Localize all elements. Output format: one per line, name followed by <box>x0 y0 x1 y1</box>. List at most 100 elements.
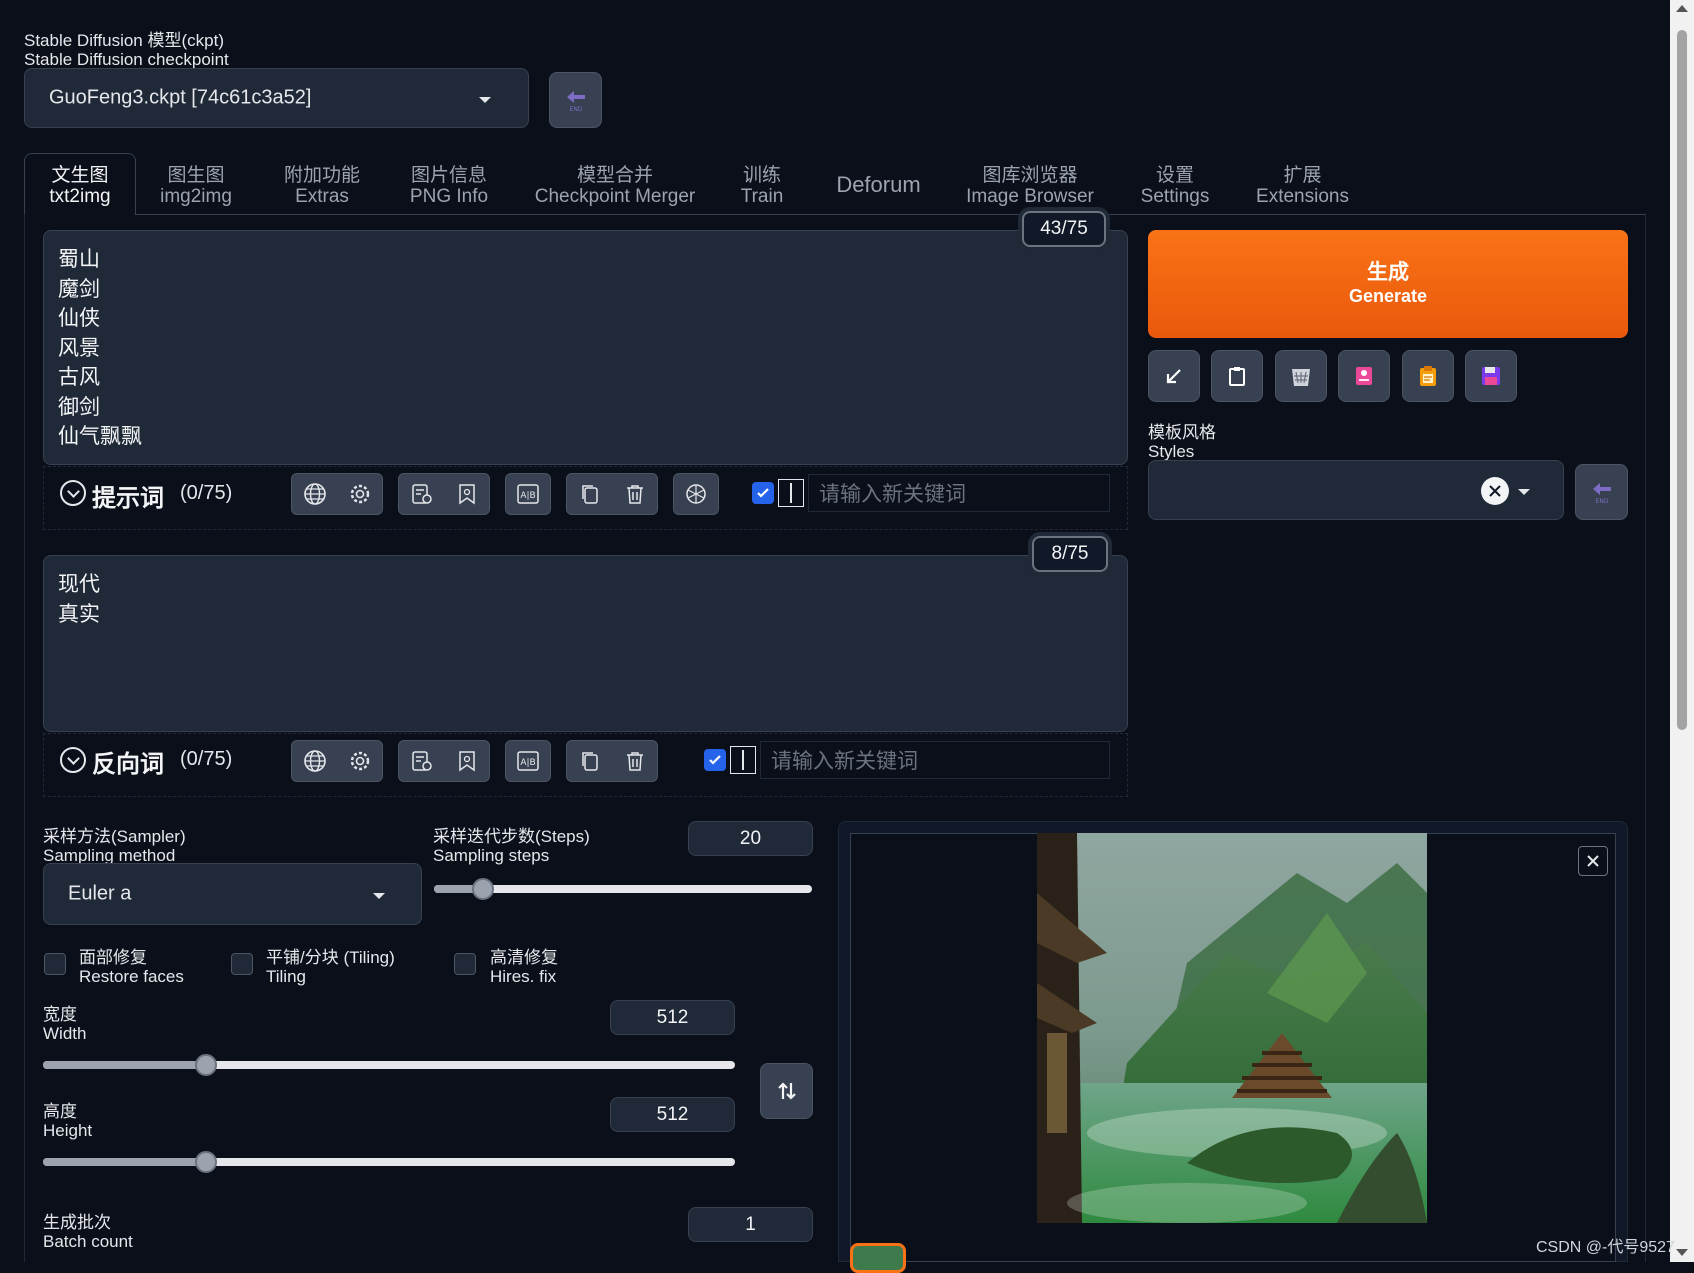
prompt-tool-group-1 <box>291 473 383 515</box>
negative-section-title: 反向词 <box>92 751 164 778</box>
prompt-textarea[interactable]: 蜀山 魔剑 仙侠 风景 古风 御剑 仙气飘飘 <box>43 230 1128 465</box>
scrollbar-thumb[interactable] <box>1677 30 1687 730</box>
batch-count-label-zh: 生成批次 <box>43 1213 111 1232</box>
slider-thumb[interactable] <box>195 1151 217 1173</box>
tab-png-info[interactable]: 图片信息 PNG Info <box>399 165 499 207</box>
hires-fix-label-zh: 高清修复 <box>490 948 558 967</box>
prompt-keyword-input[interactable]: 请输入新关键词 <box>808 474 1110 512</box>
batch-count-label: 生成批次 Batch count <box>43 1213 133 1251</box>
clear-prompt-button[interactable] <box>1275 350 1327 402</box>
clipboard-button[interactable] <box>1211 350 1263 402</box>
steps-slider[interactable] <box>434 878 812 900</box>
bookmark-icon[interactable] <box>455 749 479 773</box>
restore-faces-checkbox[interactable] <box>44 953 66 975</box>
scroll-down-icon[interactable] <box>1676 1249 1688 1256</box>
steps-label-en: Sampling steps <box>433 846 550 865</box>
negative-tool-group-3: A|B <box>505 740 551 782</box>
slider-fill <box>43 1061 206 1069</box>
read-params-button[interactable] <box>1148 350 1200 402</box>
refresh-styles-button[interactable]: END <box>1575 464 1628 520</box>
tab-deforum[interactable]: Deforum <box>826 174 931 196</box>
clear-styles-icon[interactable] <box>1481 477 1509 505</box>
restore-faces-label-zh: 面部修复 <box>79 948 147 967</box>
tab-label-en: Extensions <box>1256 186 1349 207</box>
steps-number-input[interactable]: 20 <box>688 821 813 856</box>
prompt-keyword-checkbox[interactable] <box>752 482 774 504</box>
prompt-tool-group-2 <box>398 473 490 515</box>
negative-keyword-checkbox[interactable] <box>704 749 726 771</box>
check-icon <box>757 488 769 498</box>
panel-border-right <box>1645 214 1646 1262</box>
prompt-line: 仙侠 <box>58 307 100 330</box>
negative-line: 现代 <box>58 573 100 596</box>
negative-keyword-input[interactable]: 请输入新关键词 <box>760 741 1110 779</box>
gear-icon[interactable] <box>348 482 372 506</box>
bookmark-icon[interactable] <box>455 482 479 506</box>
history-list-icon[interactable] <box>410 749 434 773</box>
slider-thumb[interactable] <box>195 1054 217 1076</box>
checkpoint-label-en: Stable Diffusion checkpoint <box>24 50 229 69</box>
globe-icon[interactable] <box>303 482 327 506</box>
scroll-up-icon[interactable] <box>1676 5 1688 12</box>
hires-fix-checkbox[interactable] <box>454 953 476 975</box>
negative-prompt-textarea[interactable]: 现代 真实 <box>43 555 1128 732</box>
tiling-checkbox[interactable] <box>231 953 253 975</box>
steps-label: 采样迭代步数(Steps) Sampling steps <box>433 827 590 865</box>
close-gallery-button[interactable] <box>1578 846 1608 876</box>
styles-dropdown[interactable] <box>1148 460 1564 520</box>
sampler-label: 采样方法(Sampler) Sampling method <box>43 827 186 865</box>
history-list-icon[interactable] <box>410 482 434 506</box>
translate-icon[interactable]: A|B <box>516 482 540 506</box>
copy-icon[interactable] <box>578 482 602 506</box>
tab-settings[interactable]: 设置 Settings <box>1130 165 1220 207</box>
tab-image-browser[interactable]: 图库浏览器 Image Browser <box>965 165 1095 207</box>
tab-txt2img[interactable]: 文生图 txt2img <box>30 165 130 207</box>
batch-count-label-en: Batch count <box>43 1232 133 1251</box>
prompt-token-counter: 43/75 <box>1022 211 1106 247</box>
width-slider[interactable] <box>43 1054 735 1076</box>
negative-keyword-placeholder: 请输入新关键词 <box>771 750 918 773</box>
tab-img2img[interactable]: 图生图 img2img <box>146 165 246 207</box>
checkpoint-dropdown[interactable]: GuoFeng3.ckpt [74c61c3a52] <box>24 68 529 128</box>
width-number-input[interactable]: 512 <box>610 1000 735 1035</box>
height-slider[interactable] <box>43 1151 735 1173</box>
generate-button[interactable]: 生成 Generate <box>1148 230 1628 338</box>
clipboard-paste-icon <box>1420 366 1436 386</box>
trash-icon[interactable] <box>623 749 647 773</box>
refresh-checkpoint-button[interactable]: END <box>549 72 602 128</box>
translate-icon[interactable]: A|B <box>516 749 540 773</box>
trash-icon[interactable] <box>623 482 647 506</box>
prompt-line: 魔剑 <box>58 277 100 301</box>
tab-label-zh: 图库浏览器 <box>982 165 1078 186</box>
width-label-en: Width <box>43 1024 87 1043</box>
tiling-label: 平铺/分块 (Tiling) Tiling <box>266 948 395 986</box>
height-label-en: Height <box>43 1121 93 1140</box>
height-number-input[interactable]: 512 <box>610 1097 735 1132</box>
swap-dimensions-button[interactable] <box>760 1063 813 1119</box>
globe-icon[interactable] <box>303 749 327 773</box>
collapse-icon[interactable] <box>60 480 86 506</box>
prompt-line: 蜀山 <box>58 248 100 271</box>
generate-label-en: Generate <box>1348 286 1428 306</box>
tab-extras[interactable]: 附加功能 Extras <box>270 165 374 207</box>
sampler-dropdown[interactable]: Euler a <box>43 863 422 925</box>
openai-icon[interactable] <box>684 482 708 506</box>
tab-train[interactable]: 训练 Train <box>722 165 802 207</box>
checkpoint-label-zh: Stable Diffusion 模型(ckpt) <box>24 31 224 50</box>
gear-icon[interactable] <box>348 749 372 773</box>
tab-checkpoint-merger[interactable]: 模型合并 Checkpoint Merger <box>530 165 700 207</box>
negative-tool-group-1 <box>291 740 383 782</box>
copy-icon[interactable] <box>578 749 602 773</box>
save-style-button[interactable] <box>1465 350 1517 402</box>
generate-label-zh: 生成 <box>1367 261 1409 284</box>
slider-thumb[interactable] <box>472 878 494 900</box>
show-extra-networks-button[interactable] <box>1338 350 1390 402</box>
tab-extensions[interactable]: 扩展 Extensions <box>1250 165 1355 207</box>
watermark-text: CSDN @-代号9527 <box>1536 1239 1675 1256</box>
batch-count-number-input[interactable]: 1 <box>688 1207 813 1242</box>
apply-style-button[interactable] <box>1402 350 1454 402</box>
generated-image[interactable] <box>1037 833 1427 1223</box>
gallery-thumbnail[interactable] <box>850 1243 906 1273</box>
refresh-icon: END <box>1592 483 1611 505</box>
collapse-icon[interactable] <box>60 747 86 773</box>
